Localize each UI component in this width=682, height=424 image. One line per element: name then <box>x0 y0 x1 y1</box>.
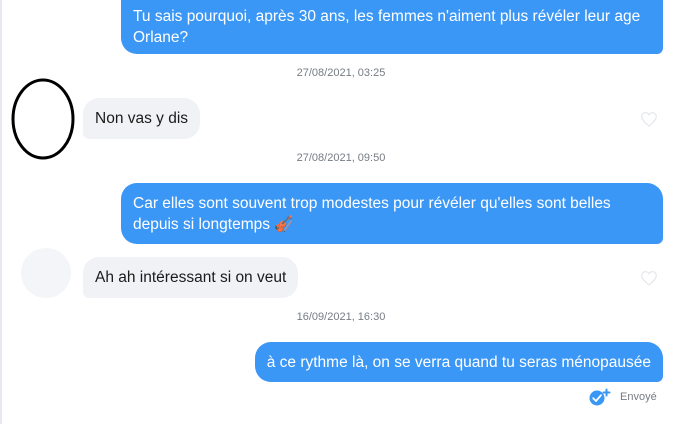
avatar[interactable] <box>21 248 71 298</box>
avatar[interactable] <box>10 77 78 161</box>
message-text: Ah ah intéressant si on veut <box>95 268 287 286</box>
message-text: Car elles sont souvent trop modestes pou… <box>133 194 611 233</box>
double-check-icon <box>589 388 611 406</box>
outgoing-message[interactable]: à ce rythme là, on se verra quand tu ser… <box>254 342 663 382</box>
heart-outline-icon[interactable] <box>640 111 658 127</box>
message-text: Tu sais pourquoi, après 30 ans, les femm… <box>133 8 641 46</box>
outgoing-message[interactable]: Tu sais pourquoi, après 30 ans, les femm… <box>121 0 663 54</box>
timestamp: 16/09/2021, 16:30 <box>296 311 386 323</box>
panel-edge <box>0 0 2 424</box>
message-text: Non vas y dis <box>95 109 189 127</box>
delivery-label: Envoyé <box>620 391 657 403</box>
incoming-message[interactable]: Non vas y dis <box>83 98 201 139</box>
heart-outline-icon[interactable] <box>640 270 658 286</box>
message-text: à ce rythme là, on se verra quand tu ser… <box>266 353 651 371</box>
outgoing-message[interactable]: Car elles sont souvent trop modestes pou… <box>121 183 663 244</box>
timestamp: 27/08/2021, 09:50 <box>296 152 386 164</box>
delivery-status: Envoyé <box>588 388 657 406</box>
incoming-message[interactable]: Ah ah intéressant si on veut <box>83 257 299 298</box>
timestamp: 27/08/2021, 03:25 <box>296 67 386 79</box>
